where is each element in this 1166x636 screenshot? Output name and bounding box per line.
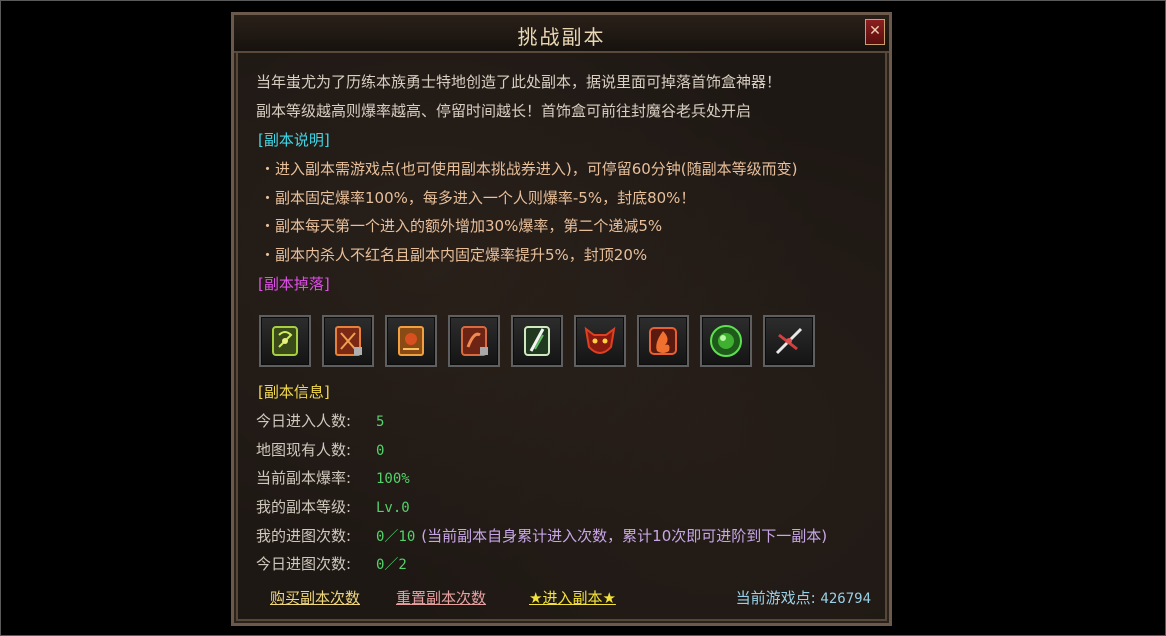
stat-value: Lv.0 [376,500,410,516]
drop-item-slot-9[interactable] [763,315,815,367]
drop-item-slot-8[interactable] [700,315,752,367]
crossed-blades-icon [775,327,803,355]
drop-items-row [259,315,815,367]
close-icon: ✕ [869,23,881,39]
green-scroll-icon [272,326,298,356]
description-header: [副本说明] [258,131,330,149]
red-scroll-icon [461,326,488,356]
stat-value: 0 [376,443,385,459]
title-bar[interactable]: 挑战副本 ✕ [234,15,889,53]
description-bullet-1: ・进入副本需游戏点(也可使用副本挑战券进入)，可停留60分钟(随副本等级而变) [260,160,798,178]
dialog-content: 当年蚩尤为了历练本族勇士特地创造了此处副本，据说里面可掉落首饰盒神器！ 副本等级… [256,67,877,623]
flame-emblem-icon [649,327,677,355]
game-points-label: 当前游戏点: [735,589,816,607]
drop-item-slot-7[interactable] [637,315,689,367]
stat-drop-rate: 当前副本爆率: 100% [256,467,410,488]
dialog-title: 挑战副本 [517,25,606,49]
drop-item-slot-3[interactable] [385,315,437,367]
stat-value: 100% [376,471,410,487]
stat-today-entries: 今日进入人数: 5 [256,410,384,431]
stat-value: 5 [376,414,385,430]
intro-line-2: 副本等级越高则爆率越高、停留时间越长！首饰盒可前往封魔谷老兵处开启 [256,102,752,120]
demon-mask-icon [584,326,616,354]
enter-dungeon-link[interactable]: ★进入副本★ [529,587,616,608]
drop-item-slot-1[interactable] [259,315,311,367]
stat-label: 地图现有人数: [256,441,352,459]
dialog-footer: 购买副本次数 重置副本次数 ★进入副本★ 当前游戏点: 426794 [256,587,877,609]
red-book-icon [335,326,362,356]
info-header: [副本信息] [258,383,330,401]
challenge-dungeon-dialog: 挑战副本 ✕ 当年蚩尤为了历练本族勇士特地创造了此处副本，据说里面可掉落首饰盒神… [231,12,892,626]
stat-today-my-entries: 今日进图次数: 0／2 [256,553,407,574]
intro-line-1: 当年蚩尤为了历练本族勇士特地创造了此处副本，据说里面可掉落首饰盒神器！ [256,73,782,91]
stat-label: 当前副本爆率: [256,469,352,487]
stat-value: 0／2 [376,557,407,573]
drop-item-slot-5[interactable] [511,315,563,367]
orange-book-icon [398,326,424,356]
stat-label: 今日进入人数: [256,412,352,430]
stat-label: 我的进图次数: [256,527,352,545]
buy-entries-link[interactable]: 购买副本次数 [270,587,360,608]
stat-current-players: 地图现有人数: 0 [256,439,384,460]
stat-note: (当前副本自身累计进入次数，累计10次即可进阶到下一副本) [421,527,828,545]
game-points-display: 当前游戏点: 426794 [736,587,871,608]
stat-label: 我的副本等级: [256,498,352,516]
stat-value: 0／10 [376,529,416,545]
game-points-value: 426794 [820,591,871,607]
description-bullet-2: ・副本固定爆率100%，每多进入一个人则爆率-5%，封底80%！ [260,189,696,207]
description-bullet-3: ・副本每天第一个进入的额外增加30%爆率，第二个递减5% [260,217,663,235]
drop-item-slot-6[interactable] [574,315,626,367]
close-button[interactable]: ✕ [865,19,885,45]
drop-item-slot-4[interactable] [448,315,500,367]
description-bullet-4: ・副本内杀人不红名且副本内固定爆率提升5%，封顶20% [260,246,648,264]
stat-label: 今日进图次数: [256,555,352,573]
green-orb-icon [710,325,742,357]
white-green-scroll-icon [524,326,550,356]
drops-header: [副本掉落] [258,275,330,293]
drop-item-slot-2[interactable] [322,315,374,367]
reset-entries-link[interactable]: 重置副本次数 [396,587,486,608]
stat-my-entries: 我的进图次数: 0／10 (当前副本自身累计进入次数，累计10次即可进阶到下一副本) [256,525,827,546]
stat-dungeon-level: 我的副本等级: Lv.0 [256,496,410,517]
